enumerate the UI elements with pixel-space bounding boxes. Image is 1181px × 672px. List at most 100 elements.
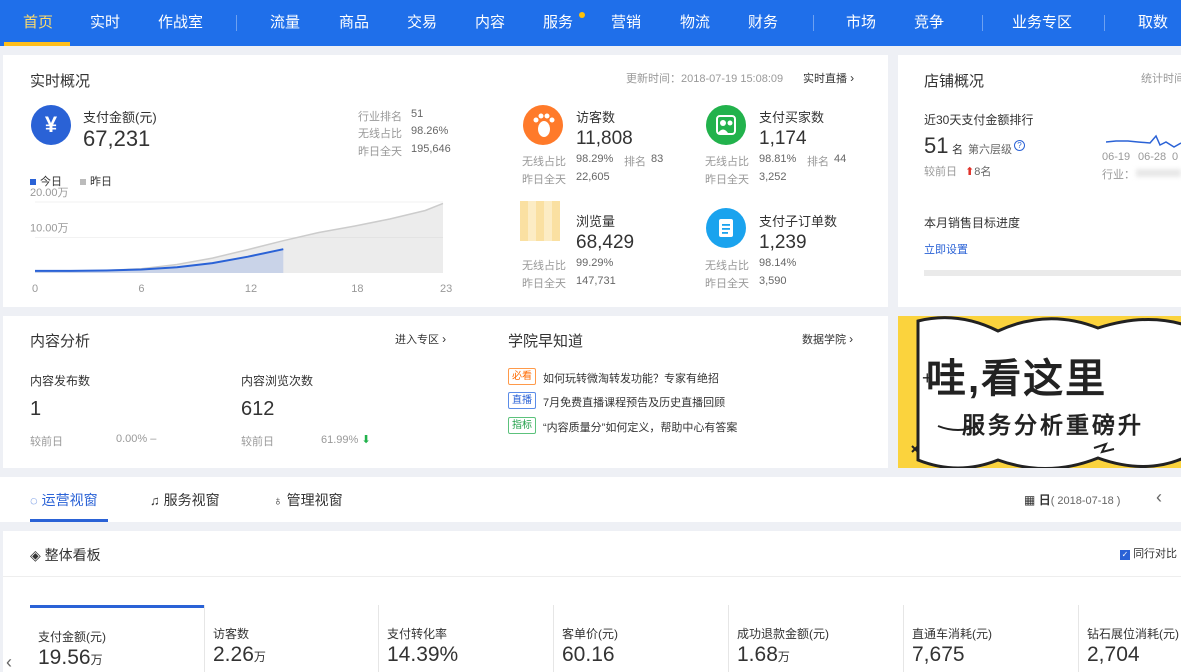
tab-management[interactable]: ♁ 管理视窗 [273, 490, 343, 510]
kpi-value: 60.16 [562, 643, 615, 667]
kpi-label: 成功退款金额(元) [737, 627, 829, 641]
x-tick-label: 0 [32, 283, 38, 295]
top-nav: 首页 实时 作战室 流量 商品 交易 内容 服务 营销 物流 财务 市场 竞争 … [0, 0, 1181, 46]
academy-item-link[interactable]: 如何玩转微淘转发功能？专家有绝招 [543, 370, 719, 386]
kpi-card-unit-price[interactable]: 客单价(元) 60.16 [553, 605, 728, 672]
peer-compare-checkbox[interactable]: ✓ 同行对比 [1120, 545, 1177, 561]
kpi-card-refund[interactable]: 成功退款金额(元) 1.68万 [728, 605, 903, 672]
nav-item-war-room[interactable]: 作战室 [158, 0, 203, 46]
kpi-number: 7,675 [912, 643, 965, 666]
kpi-prev-chevron-icon[interactable]: ‹ [6, 652, 12, 672]
board-title-label: 整体看板 [44, 547, 101, 563]
kpi-value: 1.68万 [737, 643, 790, 667]
metric-label: 排名 [807, 156, 829, 168]
views-compare-number: 61.99% [321, 434, 359, 446]
metric-suborders-label: 支付子订单数 [759, 214, 838, 229]
nav-item-content[interactable]: 内容 [475, 0, 505, 46]
kpi-label: 支付金额(元) [38, 630, 106, 644]
metric-value: 98.81% [759, 153, 797, 165]
kpi-unit: 万 [90, 653, 103, 667]
date-tick: 06-19 [1102, 151, 1131, 163]
tab-operations[interactable]: ◌ 运营视窗 [30, 490, 98, 510]
date-picker[interactable]: ▦ 日( 2018-07-18 ) [1024, 491, 1120, 508]
metric-buyers-label: 支付买家数 [759, 110, 825, 125]
kpi-card-pay[interactable]: 支付金额(元) 19.56万 [30, 605, 204, 672]
nav-item-logistics[interactable]: 物流 [680, 0, 710, 46]
enter-zone-link[interactable]: 进入专区 › [395, 331, 446, 347]
target-set-link[interactable]: 立即设置 [924, 241, 968, 257]
y-tick-label: 10.00万 [30, 223, 69, 235]
publish-compare-label: 较前日 [30, 436, 63, 448]
nav-divider [236, 15, 237, 31]
promo-banner[interactable]: 哇,看这里 服务分析重磅升 + [898, 316, 1181, 468]
nav-item-service[interactable]: 服务 [543, 0, 573, 46]
kpi-number: 60.16 [562, 643, 615, 666]
nav-item-product[interactable]: 商品 [339, 0, 369, 46]
nav-item-business-zone[interactable]: 业务专区 [1012, 0, 1072, 46]
board-divider [3, 576, 1181, 577]
headset-icon: ♫ [150, 493, 160, 508]
metric-label: 无线占比 [705, 156, 749, 168]
academy-item-link[interactable]: 7月免费直播课程预告及历史直播回顾 [543, 394, 725, 410]
kpi-card-diamond-cost[interactable]: 钻石展位消耗(元) 2,704 [1078, 605, 1181, 672]
realtime-title: 实时概况 [30, 73, 91, 90]
nav-item-trade[interactable]: 交易 [407, 0, 437, 46]
x-tick-label: 12 [245, 283, 257, 295]
views-compare-value: 61.99% ⬇ [321, 433, 371, 446]
metric-label: 昨日全天 [705, 174, 749, 186]
user-glyph [716, 115, 736, 135]
nav-item-data-fetch[interactable]: 取数 [1138, 0, 1168, 46]
metric-label: 昨日全天 [522, 174, 566, 186]
rank-trend-sparkline [1106, 134, 1181, 148]
metric-value: 22,605 [576, 171, 610, 183]
metric-buyers-value: 1,174 [759, 128, 807, 149]
checkbox-checked-icon: ✓ [1120, 550, 1130, 560]
academy-item-link[interactable]: “内容质量分”如何定义，帮助中心有答案 [543, 419, 737, 435]
realtime-chart: 20.00万 10.00万 0 6 12 18 23 [30, 187, 452, 295]
kpi-card-ztc-cost[interactable]: 直通车消耗(元) 7,675 [903, 605, 1078, 672]
kpi-value: 7,675 [912, 643, 965, 667]
kpi-label: 钻石展位消耗(元) [1087, 627, 1179, 641]
nav-item-market[interactable]: 市场 [846, 0, 876, 46]
wireless-value: 98.26% [411, 125, 449, 137]
tab-service[interactable]: ♫ 服务视窗 [150, 490, 220, 510]
store-rank-unit: 名 [952, 144, 963, 156]
nav-item-competition[interactable]: 竞争 [914, 0, 944, 46]
kpi-label: 访客数 [213, 627, 250, 641]
date-prev-chevron-icon[interactable]: ‹ [1156, 487, 1162, 508]
yesterday-label: 昨日全天 [358, 146, 402, 158]
nav-item-finance[interactable]: 财务 [748, 0, 778, 46]
data-academy-link[interactable]: 数据学院 › [802, 331, 853, 347]
clipboard-glyph [719, 219, 733, 237]
live-link[interactable]: 实时直播 › [803, 70, 854, 86]
help-icon[interactable]: ? [1014, 140, 1025, 151]
publish-label: 内容发布数 [30, 374, 91, 388]
compare-change-value: 8名 [974, 166, 992, 178]
clipboard-icon [706, 208, 746, 248]
kpi-number: 19.56 [38, 646, 91, 669]
metric-value: 83 [651, 153, 664, 165]
kpi-card-visitors[interactable]: 访客数 2.26万 [204, 605, 378, 672]
kpi-number: 1.68 [737, 643, 778, 666]
x-tick-label: 6 [138, 283, 144, 295]
nav-item-traffic[interactable]: 流量 [270, 0, 300, 46]
nav-divider [1104, 15, 1105, 31]
nav-item-realtime[interactable]: 实时 [90, 0, 120, 46]
kpi-unit: 万 [253, 650, 266, 664]
data-academy-label: 数据学院 [802, 334, 846, 346]
metric-label: 昨日全天 [705, 278, 749, 290]
nav-item-marketing[interactable]: 营销 [611, 0, 641, 46]
content-title: 内容分析 [30, 333, 91, 350]
peer-compare-label: 同行对比 [1133, 548, 1178, 560]
update-time: 更新时间：2018-07-19 15:08:09 [626, 73, 784, 85]
footprint-icon [523, 105, 563, 145]
board-title: ◈ 整体看板 [30, 545, 101, 565]
kpi-value: 2,704 [1087, 643, 1140, 667]
kpi-card-conversion[interactable]: 支付转化率 14.39% [378, 605, 553, 672]
store-title: 店铺概况 [924, 73, 985, 90]
target-title: 本月销售目标进度 [924, 216, 1021, 230]
chevron-right-icon: › [850, 71, 855, 85]
nav-item-home[interactable]: 首页 [23, 0, 53, 46]
metric-value: 98.29% [576, 153, 614, 165]
store-rank-level: 第六层级 [968, 144, 1012, 156]
